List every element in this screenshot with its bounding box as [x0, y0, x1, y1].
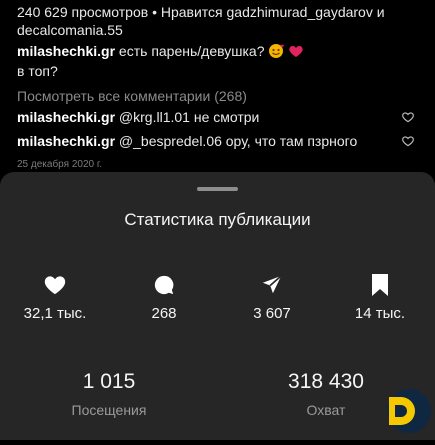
caption: milashechki.gr есть парень/девушка? [17, 42, 304, 64]
app-logo-icon [381, 383, 431, 445]
stat-shares: 3 607 [217, 272, 327, 322]
comment-username[interactable]: milashechki.gr [17, 109, 115, 125]
visits-value: 1 015 [82, 370, 136, 393]
caption-line-2: в топ? [17, 63, 58, 79]
post-insights-sheet: Статистика публикации 32,1 тыс. 268 3 60… [0, 172, 435, 440]
sheet-drag-handle[interactable] [197, 187, 238, 191]
saves-count: 14 тыс. [354, 305, 406, 322]
comments-count: 268 [151, 305, 177, 322]
views-likes-line-2[interactable]: decalcomania.55 [17, 21, 123, 40]
red-heart-emoji-icon [288, 43, 304, 64]
likes-count: 32,1 тыс. [23, 305, 87, 322]
visits-metric: 1 015 Посещения [29, 370, 189, 418]
comment-row: milashechki.gr @_bespredel.06 ору, что т… [17, 132, 357, 151]
sheet-title: Статистика публикации [124, 210, 311, 229]
share-icon [217, 272, 327, 298]
bookmark-icon [325, 272, 435, 298]
comment-row: milashechki.gr @krg.ll1.01 не смотри [17, 108, 259, 127]
heart-icon [0, 272, 110, 298]
stat-comments: 268 [109, 272, 219, 322]
comment-like-heart-icon[interactable] [401, 134, 415, 148]
comment-text: @_bespredel.06 ору, что там пзрного [115, 133, 358, 149]
caption-text: есть парень/девушка? [115, 43, 265, 59]
post-feed: 240 629 просмотров • Нравится gadzhimura… [0, 0, 435, 180]
smiling-face-hearts-emoji-icon [268, 43, 285, 64]
visits-label: Посещения [71, 402, 147, 418]
comment-text: @krg.ll1.01 не смотри [115, 109, 260, 125]
comment-username[interactable]: milashechki.gr [17, 133, 115, 149]
comment-like-heart-icon[interactable] [401, 110, 415, 124]
shares-count: 3 607 [253, 305, 291, 322]
views-likes-line[interactable]: 240 629 просмотров • Нравится gadzhimura… [17, 3, 385, 22]
comment-icon [109, 272, 219, 298]
stat-likes: 32,1 тыс. [0, 272, 110, 322]
caption-username[interactable]: milashechki.gr [17, 43, 115, 59]
stat-saves: 14 тыс. [325, 272, 435, 322]
view-all-comments-link[interactable]: Посмотреть все комментарии (268) [17, 87, 247, 106]
